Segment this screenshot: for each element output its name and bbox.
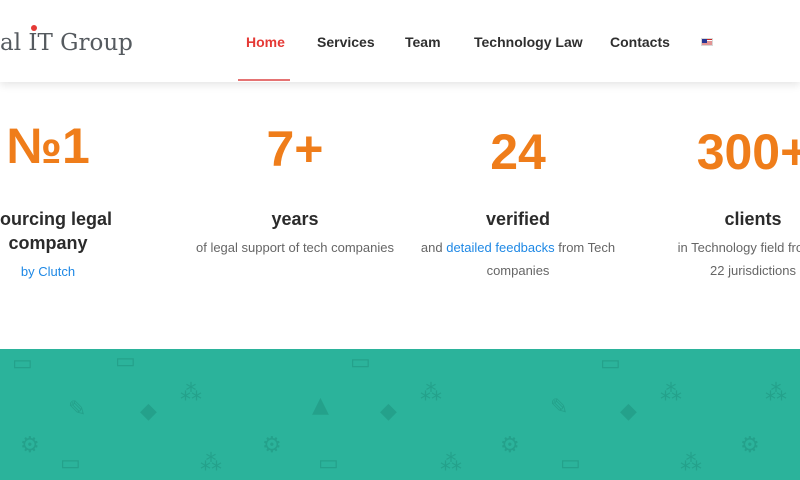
stat-label: tsourcing legal xyxy=(0,209,113,229)
laptop-pattern-icon: ▭ xyxy=(600,351,621,376)
code-pattern-icon: ⁂ xyxy=(765,381,787,406)
code-pattern-icon: ⁂ xyxy=(180,381,202,406)
tool-pattern-icon: ✎ xyxy=(550,395,569,420)
nav-home[interactable]: Home xyxy=(246,34,285,50)
nav-team[interactable]: Team xyxy=(405,34,441,50)
code-pattern-icon: ⁂ xyxy=(440,451,462,476)
nav-contacts[interactable]: Contacts xyxy=(610,34,670,50)
nav-technology-law[interactable]: Technology Law xyxy=(474,34,583,50)
gear-pattern-icon: ⚙ xyxy=(20,433,40,458)
gear-pattern-icon: ⚙ xyxy=(500,433,520,458)
diamond-pattern-icon: ◆ xyxy=(140,399,157,424)
nav-services[interactable]: Services xyxy=(317,34,375,50)
code-pattern-icon: ⁂ xyxy=(200,451,222,476)
main-nav: Home Services Team Technology Law Contac… xyxy=(0,0,800,82)
feedbacks-link[interactable]: detailed feedbacks xyxy=(446,240,554,255)
stat-label: verified xyxy=(485,209,551,229)
active-nav-underline xyxy=(238,79,290,81)
tool-pattern-icon: ✎ xyxy=(68,397,87,422)
stat-description: in Technology field from m xyxy=(677,240,800,255)
laptop-pattern-icon: ▭ xyxy=(115,349,136,374)
stat-description: of legal support of tech companies xyxy=(195,240,394,255)
triangle-pattern-icon: ▲ xyxy=(312,393,329,418)
laptop-pattern-icon: ▭ xyxy=(350,350,371,375)
stat-label: clients xyxy=(724,209,782,229)
stat-label: years xyxy=(271,209,319,229)
stat-value: 300+ xyxy=(696,124,800,180)
stat-value: 7+ xyxy=(266,121,324,177)
gear-pattern-icon: ⚙ xyxy=(740,433,760,458)
code-pattern-icon: ⁂ xyxy=(680,451,702,476)
stat-description: and detailed feedbacks from Tech xyxy=(420,240,616,255)
gear-pattern-icon: ⚙ xyxy=(262,433,282,458)
diamond-pattern-icon: ◆ xyxy=(380,399,397,424)
site-header: al IT Group Home Services Team Technolog… xyxy=(0,0,800,82)
laptop-pattern-icon: ▭ xyxy=(60,451,81,476)
laptop-pattern-icon: ▭ xyxy=(560,451,581,476)
diamond-pattern-icon: ◆ xyxy=(620,399,637,424)
stat-label-line2: company xyxy=(8,233,88,253)
stat-description-line2: companies xyxy=(486,263,550,278)
laptop-pattern-icon: ▭ xyxy=(12,351,33,376)
stat-value: 24 xyxy=(490,124,546,180)
us-flag-icon[interactable] xyxy=(701,38,713,46)
stat-description-line2: 22 jurisdictions xyxy=(710,263,796,278)
code-pattern-icon: ⁂ xyxy=(420,381,442,406)
stat-value: №1 xyxy=(6,118,90,174)
clutch-link[interactable]: by Clutch xyxy=(21,264,75,279)
teal-pattern-band: ▭ ▭ ▭ ▭ ⁂ ⁂ ⁂ ⁂ ✎ ▲ ✎ ◆ ◆ ◆ ⚙ ⚙ ⚙ ⚙ ▭ ⁂ … xyxy=(0,349,800,480)
laptop-pattern-icon: ▭ xyxy=(318,451,339,476)
code-pattern-icon: ⁂ xyxy=(660,381,682,406)
